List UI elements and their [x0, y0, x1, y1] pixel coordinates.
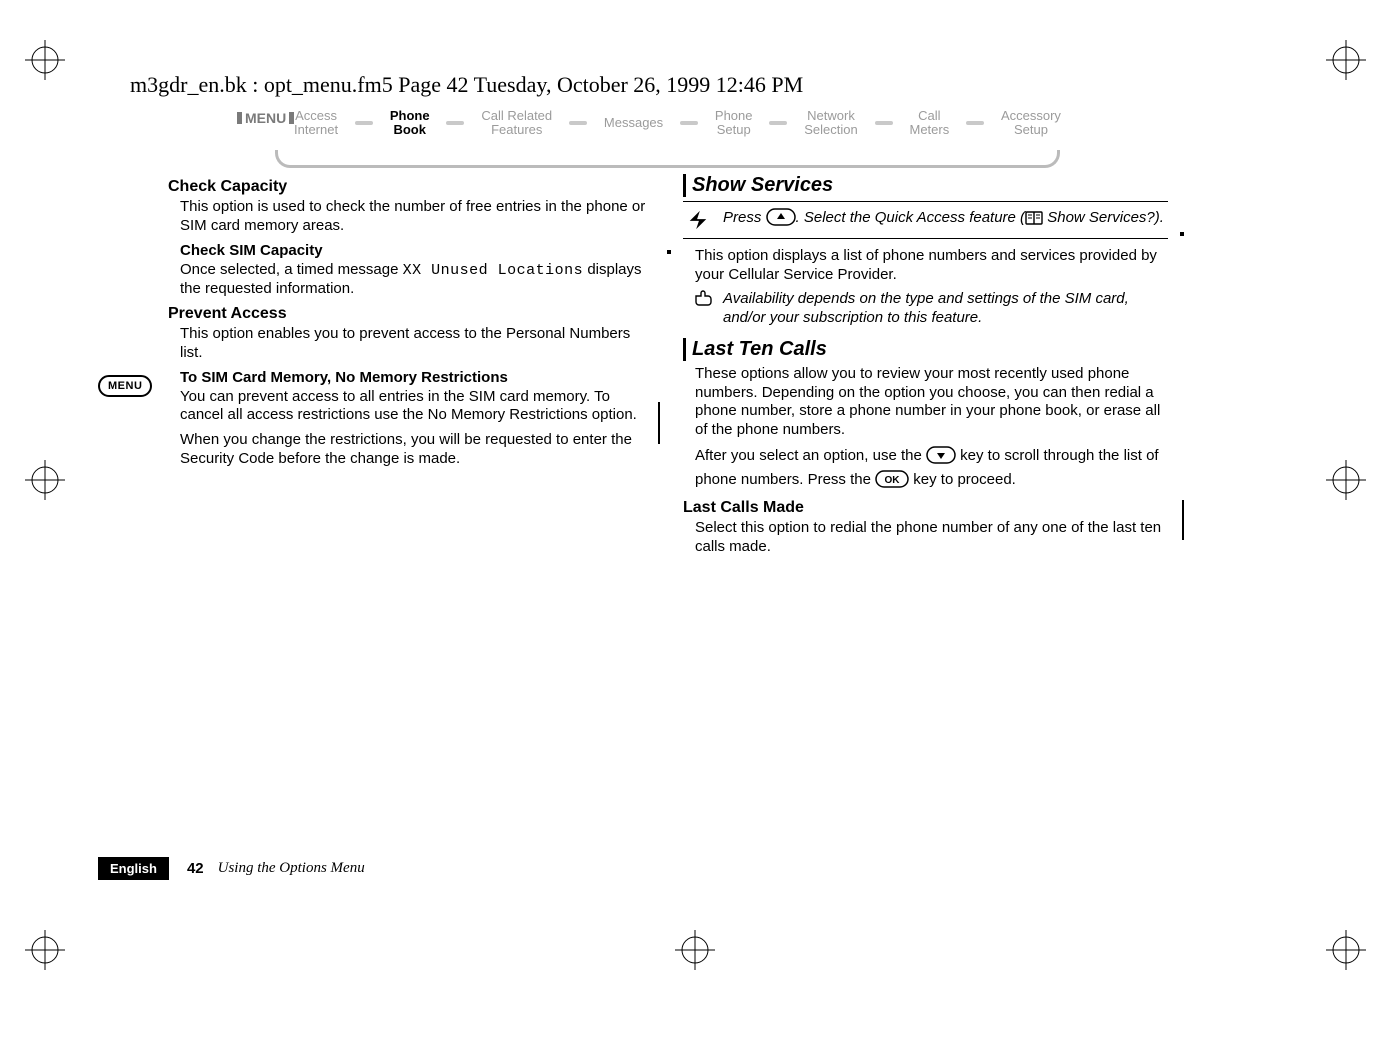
framemaker-header: m3gdr_en.bk : opt_menu.fm5 Page 42 Tuesd…	[130, 72, 803, 98]
options-menu-breadcrumb: MENU AccessInternet PhoneBook Call Related…	[235, 100, 1065, 160]
crop-mark	[25, 40, 65, 80]
body-text: This option is used to check the number …	[168, 198, 653, 236]
nav-separator	[966, 121, 984, 125]
change-bar	[658, 402, 660, 444]
body-text: You can prevent access to all entries in…	[168, 388, 653, 426]
note-row: Availability depends on the type and set…	[683, 290, 1168, 328]
lcd-message-text: XX Unused Locations	[403, 262, 584, 279]
crop-mark	[25, 930, 65, 970]
change-bar	[1182, 500, 1184, 540]
body-text: These options allow you to review your m…	[683, 365, 1168, 440]
body-text: After you select an option, use the key …	[683, 446, 1168, 494]
crop-mark	[1326, 460, 1366, 500]
crop-mark	[675, 930, 715, 970]
footer-page-number: 42	[187, 860, 204, 877]
nav-item-call: CallMeters	[905, 109, 953, 137]
nav-item-access: AccessInternet	[290, 109, 342, 137]
menu-margin-badge: MENU	[98, 375, 152, 397]
heading-to-sim-no-restrictions: To SIM Card Memory, No Memory Restrictio…	[168, 369, 653, 386]
hand-point-icon	[695, 290, 723, 328]
crop-mark	[1326, 930, 1366, 970]
nav-item-phone: PhoneSetup	[711, 109, 757, 137]
right-column: Show Services Press . Select the Quick A…	[683, 172, 1168, 563]
heading-check-capacity: Check Capacity	[168, 178, 653, 196]
nav-item-messages: Messages	[600, 116, 667, 130]
nav-separator	[680, 121, 698, 125]
lightning-icon	[683, 208, 713, 232]
menu-root-label: MENU	[235, 110, 296, 126]
down-key-icon	[926, 446, 956, 470]
up-key-icon	[766, 208, 796, 232]
footer-section-title: Using the Options Menu	[218, 860, 365, 877]
nav-item-network: NetworkSelection	[800, 109, 861, 137]
svg-text:OK: OK	[885, 475, 901, 486]
change-bar	[667, 250, 671, 254]
heading-last-ten-calls: Last Ten Calls	[683, 338, 1168, 361]
body-text: Once selected, a timed message XX Unused…	[168, 261, 653, 300]
crop-mark	[1326, 40, 1366, 80]
nav-item-call-related: Call RelatedFeatures	[477, 109, 556, 137]
book-icon	[1025, 210, 1043, 232]
nav-item-phone: PhoneBook	[386, 109, 434, 137]
body-text: When you change the restrictions, you wi…	[168, 431, 653, 469]
nav-separator	[769, 121, 787, 125]
nav-separator	[569, 121, 587, 125]
nav-item-accessory: AccessorySetup	[997, 109, 1065, 137]
body-text: This option enables you to prevent acces…	[168, 325, 653, 363]
nav-separator	[446, 121, 464, 125]
body-text: Select this option to redial the phone n…	[683, 519, 1168, 557]
nav-separator	[355, 121, 373, 125]
body-text: This option displays a list of phone num…	[683, 247, 1168, 285]
page-footer: English 42 Using the Options Menu	[98, 857, 365, 880]
ok-key-icon: OK	[875, 470, 909, 494]
crop-mark	[25, 460, 65, 500]
quick-access-tip: Press . Select the Quick Access feature …	[683, 201, 1168, 239]
heading-last-calls-made: Last Calls Made	[683, 499, 1168, 517]
heading-check-sim-capacity: Check SIM Capacity	[168, 242, 653, 259]
footer-language-tag: English	[98, 857, 169, 880]
heading-show-services: Show Services	[683, 174, 1168, 197]
change-bar	[1180, 232, 1184, 236]
left-column: Check Capacity This option is used to ch…	[168, 172, 653, 563]
nav-separator	[875, 121, 893, 125]
heading-prevent-access: Prevent Access	[168, 305, 653, 323]
